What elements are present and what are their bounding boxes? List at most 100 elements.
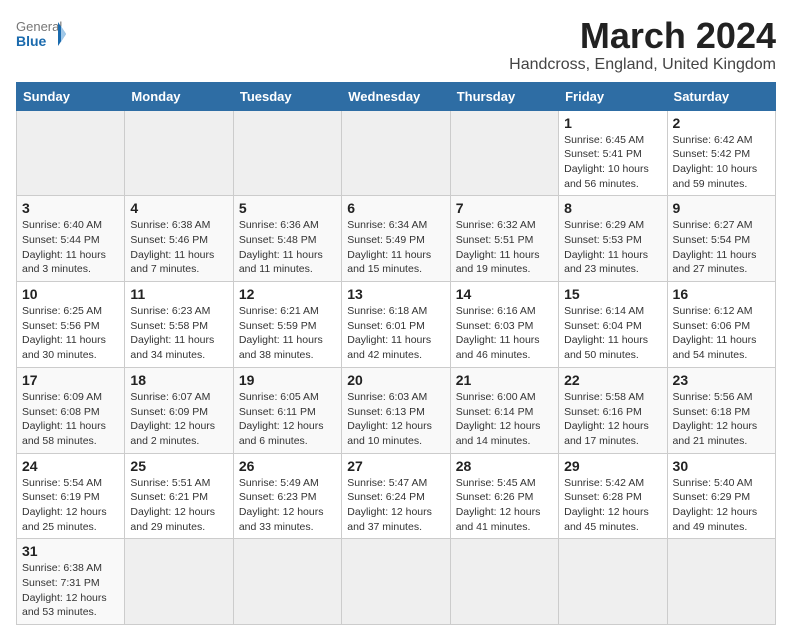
calendar-cell: 10 Sunrise: 6:25 AM Sunset: 5:56 PM Dayli… bbox=[17, 282, 125, 368]
calendar-cell: 7Sunrise: 6:32 AM Sunset: 5:51 PM Daylig… bbox=[450, 196, 558, 282]
day-number: 9 bbox=[673, 200, 770, 216]
calendar-cell: 23 Sunrise: 5:56 AM Sunset: 6:18 PM Dayli… bbox=[667, 367, 775, 453]
day-number: 1 bbox=[564, 115, 661, 131]
svg-text:Blue: Blue bbox=[16, 33, 47, 49]
calendar-cell: 16 Sunrise: 6:12 AM Sunset: 6:06 PM Dayli… bbox=[667, 282, 775, 368]
day-number: 24 bbox=[22, 458, 119, 474]
day-number: 14 bbox=[456, 286, 553, 302]
svg-text:General: General bbox=[16, 19, 62, 34]
week-row-3: 10 Sunrise: 6:25 AM Sunset: 5:56 PM Dayli… bbox=[17, 282, 776, 368]
header-saturday: Saturday bbox=[667, 82, 775, 110]
calendar-cell: 27Sunrise: 5:47 AM Sunset: 6:24 PM Dayli… bbox=[342, 453, 450, 539]
calendar-cell: 25 Sunrise: 5:51 AM Sunset: 6:21 PM Dayli… bbox=[125, 453, 233, 539]
day-info: Sunrise: 6:18 AM Sunset: 6:01 PM Dayligh… bbox=[347, 304, 444, 363]
day-number: 25 bbox=[130, 458, 227, 474]
day-number: 4 bbox=[130, 200, 227, 216]
day-number: 15 bbox=[564, 286, 661, 302]
day-info: Sunrise: 6:38 AM Sunset: 7:31 PM Dayligh… bbox=[22, 561, 119, 620]
calendar-cell: 3Sunrise: 6:40 AM Sunset: 5:44 PM Daylig… bbox=[17, 196, 125, 282]
calendar-cell: 1 Sunrise: 6:45 AM Sunset: 5:41 PM Daylig… bbox=[559, 110, 667, 196]
day-info: Sunrise: 6:45 AM Sunset: 5:41 PM Dayligh… bbox=[564, 133, 661, 192]
day-number: 27 bbox=[347, 458, 444, 474]
calendar-cell: 9Sunrise: 6:27 AM Sunset: 5:54 PM Daylig… bbox=[667, 196, 775, 282]
header-wednesday: Wednesday bbox=[342, 82, 450, 110]
day-number: 18 bbox=[130, 372, 227, 388]
header-friday: Friday bbox=[559, 82, 667, 110]
day-info: Sunrise: 6:32 AM Sunset: 5:51 PM Dayligh… bbox=[456, 218, 553, 277]
day-info: Sunrise: 6:07 AM Sunset: 6:09 PM Dayligh… bbox=[130, 390, 227, 449]
day-info: Sunrise: 6:14 AM Sunset: 6:04 PM Dayligh… bbox=[564, 304, 661, 363]
day-info: Sunrise: 5:45 AM Sunset: 6:26 PM Dayligh… bbox=[456, 476, 553, 535]
day-info: Sunrise: 6:16 AM Sunset: 6:03 PM Dayligh… bbox=[456, 304, 553, 363]
calendar-cell: 21Sunrise: 6:00 AM Sunset: 6:14 PM Dayli… bbox=[450, 367, 558, 453]
calendar-cell: 12 Sunrise: 6:21 AM Sunset: 5:59 PM Dayli… bbox=[233, 282, 341, 368]
calendar-cell bbox=[450, 110, 558, 196]
calendar-cell: 11 Sunrise: 6:23 AM Sunset: 5:58 PM Dayli… bbox=[125, 282, 233, 368]
day-info: Sunrise: 5:40 AM Sunset: 6:29 PM Dayligh… bbox=[673, 476, 770, 535]
day-number: 5 bbox=[239, 200, 336, 216]
calendar-cell: 6 Sunrise: 6:34 AM Sunset: 5:49 PM Daylig… bbox=[342, 196, 450, 282]
day-info: Sunrise: 6:34 AM Sunset: 5:49 PM Dayligh… bbox=[347, 218, 444, 277]
day-info: Sunrise: 6:29 AM Sunset: 5:53 PM Dayligh… bbox=[564, 218, 661, 277]
day-info: Sunrise: 5:54 AM Sunset: 6:19 PM Dayligh… bbox=[22, 476, 119, 535]
day-info: Sunrise: 5:56 AM Sunset: 6:18 PM Dayligh… bbox=[673, 390, 770, 449]
day-info: Sunrise: 6:42 AM Sunset: 5:42 PM Dayligh… bbox=[673, 133, 770, 192]
day-number: 16 bbox=[673, 286, 770, 302]
day-number: 10 bbox=[22, 286, 119, 302]
month-year-title: March 2024 bbox=[509, 16, 776, 56]
day-number: 11 bbox=[130, 286, 227, 302]
logo-svg: General Blue bbox=[16, 16, 66, 58]
calendar-cell: 4 Sunrise: 6:38 AM Sunset: 5:46 PM Daylig… bbox=[125, 196, 233, 282]
day-number: 30 bbox=[673, 458, 770, 474]
day-number: 29 bbox=[564, 458, 661, 474]
day-number: 6 bbox=[347, 200, 444, 216]
calendar-cell bbox=[342, 110, 450, 196]
calendar-cell bbox=[17, 110, 125, 196]
week-row-4: 17 Sunrise: 6:09 AM Sunset: 6:08 PM Dayli… bbox=[17, 367, 776, 453]
day-info: Sunrise: 6:03 AM Sunset: 6:13 PM Dayligh… bbox=[347, 390, 444, 449]
day-info: Sunrise: 5:49 AM Sunset: 6:23 PM Dayligh… bbox=[239, 476, 336, 535]
day-info: Sunrise: 5:51 AM Sunset: 6:21 PM Dayligh… bbox=[130, 476, 227, 535]
day-number: 12 bbox=[239, 286, 336, 302]
calendar-cell: 28Sunrise: 5:45 AM Sunset: 6:26 PM Dayli… bbox=[450, 453, 558, 539]
day-number: 20 bbox=[347, 372, 444, 388]
day-info: Sunrise: 6:12 AM Sunset: 6:06 PM Dayligh… bbox=[673, 304, 770, 363]
day-number: 13 bbox=[347, 286, 444, 302]
header-tuesday: Tuesday bbox=[233, 82, 341, 110]
day-info: Sunrise: 6:05 AM Sunset: 6:11 PM Dayligh… bbox=[239, 390, 336, 449]
calendar-cell: 24 Sunrise: 5:54 AM Sunset: 6:19 PM Dayli… bbox=[17, 453, 125, 539]
week-row-1: 1 Sunrise: 6:45 AM Sunset: 5:41 PM Daylig… bbox=[17, 110, 776, 196]
week-row-5: 24 Sunrise: 5:54 AM Sunset: 6:19 PM Dayli… bbox=[17, 453, 776, 539]
day-info: Sunrise: 5:58 AM Sunset: 6:16 PM Dayligh… bbox=[564, 390, 661, 449]
calendar-cell: 29 Sunrise: 5:42 AM Sunset: 6:28 PM Dayli… bbox=[559, 453, 667, 539]
day-info: Sunrise: 6:38 AM Sunset: 5:46 PM Dayligh… bbox=[130, 218, 227, 277]
day-info: Sunrise: 6:36 AM Sunset: 5:48 PM Dayligh… bbox=[239, 218, 336, 277]
header-sunday: Sunday bbox=[17, 82, 125, 110]
day-info: Sunrise: 6:23 AM Sunset: 5:58 PM Dayligh… bbox=[130, 304, 227, 363]
day-info: Sunrise: 6:09 AM Sunset: 6:08 PM Dayligh… bbox=[22, 390, 119, 449]
day-info: Sunrise: 6:25 AM Sunset: 5:56 PM Dayligh… bbox=[22, 304, 119, 363]
day-number: 8 bbox=[564, 200, 661, 216]
calendar-cell: 19 Sunrise: 6:05 AM Sunset: 6:11 PM Dayli… bbox=[233, 367, 341, 453]
calendar-cell bbox=[125, 110, 233, 196]
calendar-cell: 18 Sunrise: 6:07 AM Sunset: 6:09 PM Dayli… bbox=[125, 367, 233, 453]
calendar-cell bbox=[233, 110, 341, 196]
header-thursday: Thursday bbox=[450, 82, 558, 110]
day-info: Sunrise: 5:42 AM Sunset: 6:28 PM Dayligh… bbox=[564, 476, 661, 535]
day-number: 23 bbox=[673, 372, 770, 388]
calendar-cell: 22 Sunrise: 5:58 AM Sunset: 6:16 PM Dayli… bbox=[559, 367, 667, 453]
calendar-cell: 13 Sunrise: 6:18 AM Sunset: 6:01 PM Dayli… bbox=[342, 282, 450, 368]
calendar-cell: 14 Sunrise: 6:16 AM Sunset: 6:03 PM Dayli… bbox=[450, 282, 558, 368]
day-info: Sunrise: 6:21 AM Sunset: 5:59 PM Dayligh… bbox=[239, 304, 336, 363]
calendar-cell: 15 Sunrise: 6:14 AM Sunset: 6:04 PM Dayli… bbox=[559, 282, 667, 368]
week-row-2: 3Sunrise: 6:40 AM Sunset: 5:44 PM Daylig… bbox=[17, 196, 776, 282]
calendar-cell: 17 Sunrise: 6:09 AM Sunset: 6:08 PM Dayli… bbox=[17, 367, 125, 453]
day-info: Sunrise: 6:40 AM Sunset: 5:44 PM Dayligh… bbox=[22, 218, 119, 277]
calendar-cell: 5 Sunrise: 6:36 AM Sunset: 5:48 PM Daylig… bbox=[233, 196, 341, 282]
day-number: 31 bbox=[22, 543, 119, 559]
location-subtitle: Handcross, England, United Kingdom bbox=[509, 56, 776, 74]
calendar-cell: 20 Sunrise: 6:03 AM Sunset: 6:13 PM Dayli… bbox=[342, 367, 450, 453]
day-number: 17 bbox=[22, 372, 119, 388]
day-number: 22 bbox=[564, 372, 661, 388]
day-number: 19 bbox=[239, 372, 336, 388]
